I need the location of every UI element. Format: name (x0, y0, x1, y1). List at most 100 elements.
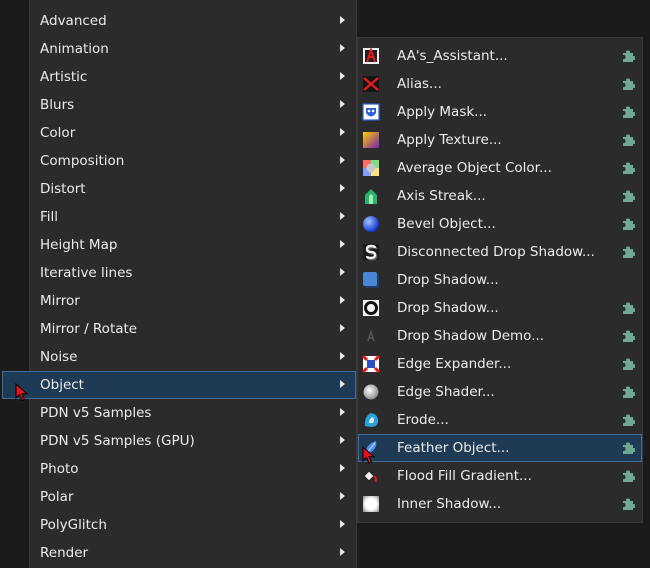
submenu-arrow-icon (340, 128, 345, 136)
submenu-item-flood-fill-gradient[interactable]: Flood Fill Gradient... (358, 462, 642, 490)
submenu-item-aa-s-assistant[interactable]: AA's_Assistant... (358, 42, 642, 70)
submenu-item-label: Flood Fill Gradient... (397, 468, 532, 484)
submenu-item-alias[interactable]: Alias... (358, 70, 642, 98)
menu-item-label: Composition (40, 153, 125, 169)
average-color-icon (363, 160, 379, 176)
effects-menu: Advanced Animation Artistic Blurs Color Compo… (2, 0, 356, 568)
submenu-item-drop-shadow-demo[interactable]: Drop Shadow Demo... (358, 322, 642, 350)
submenu-arrow-icon (340, 324, 345, 332)
menu-item-label: Color (40, 125, 76, 141)
submenu-item-label: Alias... (397, 76, 442, 92)
menu-item-advanced[interactable]: Advanced (30, 7, 356, 35)
submenu-item-label: Edge Expander... (397, 356, 512, 372)
menu-item-label: Fill (40, 209, 59, 225)
menu-item-label: Mirror / Rotate (40, 321, 138, 337)
submenu-item-apply-texture[interactable]: Apply Texture... (358, 126, 642, 154)
object-submenu: AA's_Assistant... Alias... Apply Mask... Ap… (358, 38, 642, 522)
submenu-arrow-icon (340, 380, 345, 388)
submenu-item-edge-expander[interactable]: Edge Expander... (358, 350, 642, 378)
submenu-item-label: Axis Streak... (397, 188, 486, 204)
submenu-arrow-icon (340, 100, 345, 108)
submenu-item-label: Apply Texture... (397, 132, 502, 148)
drop-shadow-icon (363, 272, 379, 288)
menu-item-label: Advanced (40, 13, 107, 29)
submenu-item-disconnected-drop-shadow[interactable]: Disconnected Drop Shadow... (358, 238, 642, 266)
disconnected-shadow-icon (363, 244, 379, 261)
menu-item-distort[interactable]: Distort (30, 175, 356, 203)
submenu-item-average-object-color[interactable]: Average Object Color... (358, 154, 642, 182)
submenu-arrow-icon (340, 436, 345, 444)
submenu-item-label: Drop Shadow... (397, 300, 499, 316)
menu-item-iterative-lines[interactable]: Iterative lines (30, 259, 356, 287)
menu-item-mirror[interactable]: Mirror (30, 287, 356, 315)
submenu-item-drop-shadow[interactable]: Drop Shadow... (358, 266, 642, 294)
submenu-arrow-icon (340, 492, 345, 500)
mouse-cursor-icon (362, 446, 376, 465)
alias-icon (363, 76, 379, 92)
bevel-object-icon (363, 216, 379, 232)
submenu-arrow-icon (340, 184, 345, 192)
menu-item-label: Iterative lines (40, 265, 133, 281)
submenu-arrow-icon (340, 268, 345, 276)
submenu-item-bevel-object[interactable]: Bevel Object... (358, 210, 642, 238)
submenu-item-label: Apply Mask... (397, 104, 488, 120)
submenu-item-erode[interactable]: Erode... (358, 406, 642, 434)
mouse-cursor-icon (15, 383, 29, 402)
apply-mask-icon (362, 103, 380, 121)
erode-icon (364, 413, 378, 427)
menu-item-blurs[interactable]: Blurs (30, 91, 356, 119)
menu-item-render[interactable]: Render (30, 539, 356, 567)
plugin-puzzle-icon (623, 50, 635, 62)
plugin-puzzle-icon (623, 470, 635, 482)
plugin-puzzle-icon (623, 414, 635, 426)
drop-shadow-demo-icon (367, 329, 375, 342)
submenu-item-apply-mask[interactable]: Apply Mask... (358, 98, 642, 126)
menu-item-fill[interactable]: Fill (30, 203, 356, 231)
submenu-item-feather-object[interactable]: Feather Object... (358, 434, 642, 462)
submenu-arrow-icon (340, 548, 345, 556)
submenu-item-edge-shader[interactable]: Edge Shader... (358, 378, 642, 406)
menu-item-label: Noise (40, 349, 78, 365)
submenu-arrow-icon (340, 212, 345, 220)
submenu-item-inner-shadow[interactable]: Inner Shadow... (358, 490, 642, 518)
menu-item-noise[interactable]: Noise (30, 343, 356, 371)
edge-shader-icon (363, 384, 379, 400)
axis-streak-icon (365, 189, 377, 204)
drop-shadow-ring-icon (363, 300, 379, 316)
menu-item-composition[interactable]: Composition (30, 147, 356, 175)
apply-texture-icon (363, 132, 379, 148)
menu-item-height-map[interactable]: Height Map (30, 231, 356, 259)
submenu-arrow-icon (340, 464, 345, 472)
menu-item-object[interactable]: Object (2, 371, 356, 399)
menu-item-photo[interactable]: Photo (30, 455, 356, 483)
menu-item-label: Artistic (40, 69, 88, 85)
submenu-item-label: AA's_Assistant... (397, 48, 508, 64)
submenu-arrow-icon (340, 44, 345, 52)
submenu-arrow-icon (340, 240, 345, 248)
menu-item-label: PolyGlitch (40, 517, 107, 533)
plugin-puzzle-icon (623, 218, 635, 230)
menu-item-label: Render (40, 545, 89, 561)
submenu-arrow-icon (340, 16, 345, 24)
menu-item-label: Polar (40, 489, 74, 505)
submenu-item-label: Feather Object... (397, 440, 510, 456)
menu-item-color[interactable]: Color (30, 119, 356, 147)
menu-item-label: Mirror (40, 293, 80, 309)
submenu-arrow-icon (340, 156, 345, 164)
plugin-puzzle-icon (623, 442, 635, 454)
menu-item-artistic[interactable]: Artistic (30, 63, 356, 91)
menu-item-pdn-v5-samples[interactable]: PDN v5 Samples (30, 399, 356, 427)
submenu-arrow-icon (340, 520, 345, 528)
menu-item-polar[interactable]: Polar (30, 483, 356, 511)
edge-expander-icon (362, 355, 380, 373)
plugin-puzzle-icon (623, 498, 635, 510)
plugin-puzzle-icon (623, 302, 635, 314)
menu-item-pdn-v5-samples-gpu[interactable]: PDN v5 Samples (GPU) (30, 427, 356, 455)
submenu-item-axis-streak[interactable]: Axis Streak... (358, 182, 642, 210)
menu-item-mirror-rotate[interactable]: Mirror / Rotate (30, 315, 356, 343)
menu-item-label: Blurs (40, 97, 75, 113)
menu-item-animation[interactable]: Animation (30, 35, 356, 63)
submenu-item-drop-shadow[interactable]: Drop Shadow... (358, 294, 642, 322)
menu-item-polyglitch[interactable]: PolyGlitch (30, 511, 356, 539)
submenu-arrow-icon (340, 72, 345, 80)
